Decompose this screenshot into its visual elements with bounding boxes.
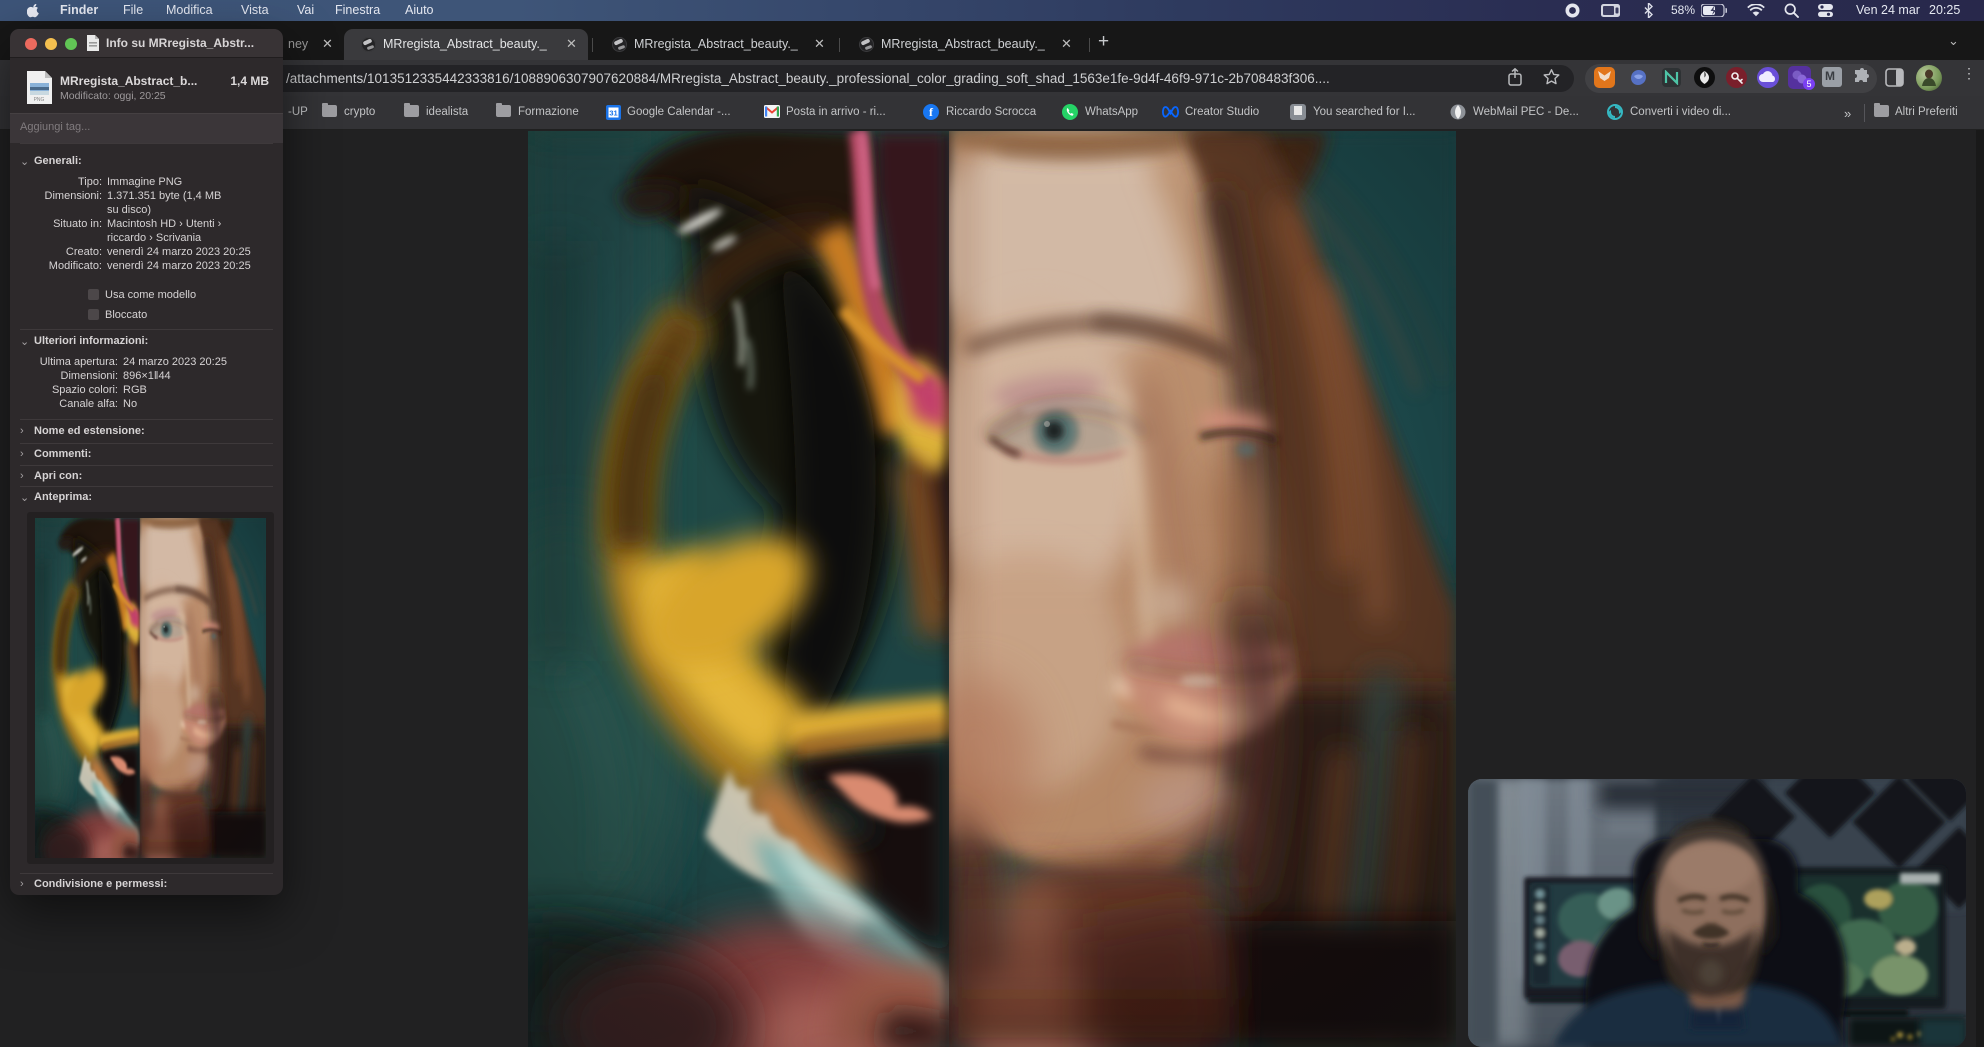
svg-text:PNG: PNG bbox=[34, 97, 45, 103]
svg-text:31: 31 bbox=[609, 109, 617, 118]
